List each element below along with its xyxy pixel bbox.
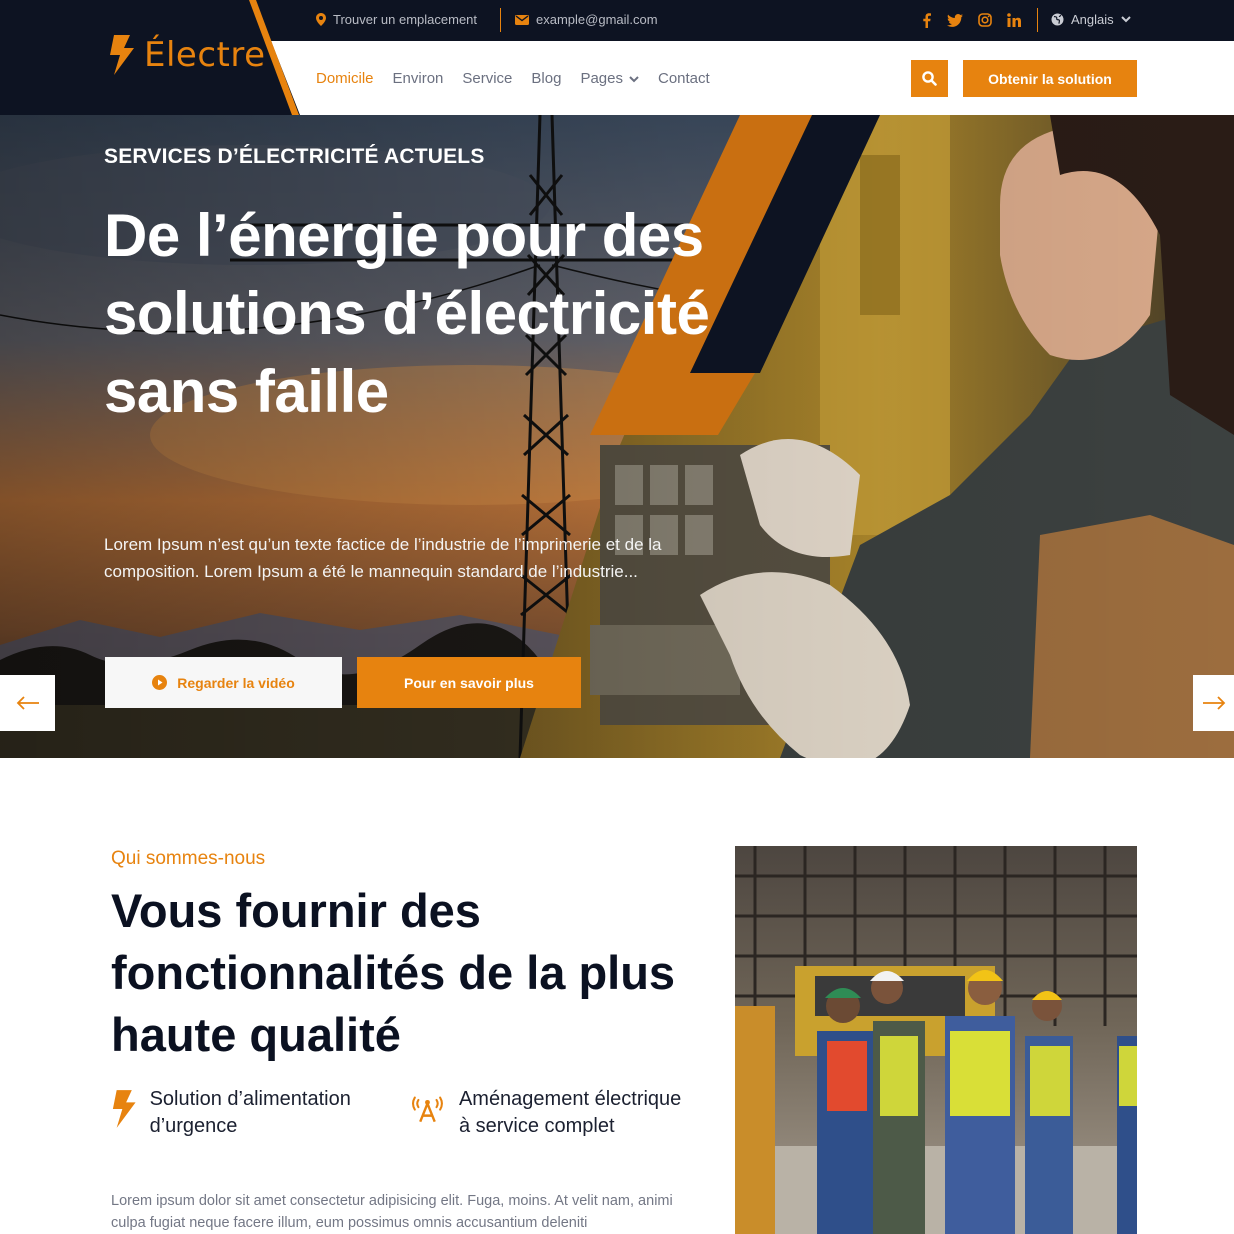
hero-description: Lorem Ipsum n’est qu’un texte factice de… (104, 535, 662, 581)
workers-photo (735, 846, 1137, 1234)
nav-service[interactable]: Service (462, 70, 512, 87)
globe-icon (1051, 13, 1064, 26)
lightning-icon (112, 1090, 136, 1128)
brand-name: Électre (144, 35, 266, 75)
divider (1037, 8, 1038, 32)
play-circle-icon (152, 675, 168, 690)
watch-video-button[interactable]: Regarder la vidéo (105, 657, 342, 708)
feature-full-service: Aménagement électrique à service complet (410, 1086, 690, 1140)
about-kicker: Qui sommes-nous (111, 848, 266, 869)
nav-contact[interactable]: Contact (658, 70, 710, 87)
nav-pages-label: Pages (580, 70, 623, 87)
hero-eyebrow: SERVICES D’ÉLECTRICITÉ ACTUELS (104, 145, 485, 168)
brand-logo[interactable]: Électre (108, 35, 266, 75)
map-pin-icon (316, 13, 326, 26)
search-icon (922, 71, 937, 86)
watch-video-label: Regarder la vidéo (177, 674, 295, 691)
location-text: Trouver un emplacement (333, 12, 478, 27)
language-selector[interactable]: Anglais (1051, 12, 1131, 27)
location-link[interactable]: Trouver un emplacement (316, 12, 477, 27)
nav-pages[interactable]: Pages (580, 70, 639, 87)
lightning-icon (110, 35, 134, 75)
facebook-icon[interactable] (918, 11, 934, 29)
arrow-right-icon (1202, 696, 1225, 710)
nav-about[interactable]: Environ (393, 70, 444, 87)
about-description: Lorem ipsum dolor sit amet consectetur a… (111, 1193, 673, 1231)
antenna-icon (411, 1096, 443, 1123)
nav-blog[interactable]: Blog (531, 70, 561, 87)
arrow-left-icon (16, 696, 39, 710)
get-solution-button[interactable]: Obtenir la solution (963, 60, 1137, 97)
email-link[interactable]: example@gmail.com (515, 12, 658, 27)
slider-next-button[interactable] (1193, 675, 1234, 731)
hero-slider: SERVICES D’ÉLECTRICITÉ ACTUELS De l’éner… (0, 115, 1234, 758)
about-title: Vous fournir des fonctionnalités de la p… (111, 884, 676, 1061)
twitter-icon[interactable] (946, 11, 964, 29)
slider-prev-button[interactable] (0, 675, 55, 731)
hero-title: De l’énergie pour des solutions d’électr… (104, 202, 710, 425)
learn-more-button[interactable]: Pour en savoir plus (357, 657, 581, 708)
linkedin-icon[interactable] (1006, 11, 1022, 29)
email-text: example@gmail.com (536, 12, 658, 27)
feature-label: Aménagement électrique à service complet (458, 1088, 682, 1137)
feature-label: Solution d’alimentation d’urgence (149, 1088, 351, 1137)
nav-home[interactable]: Domicile (316, 70, 374, 87)
envelope-icon (515, 14, 529, 25)
search-button[interactable] (911, 60, 948, 97)
language-label: Anglais (1071, 12, 1114, 27)
feature-emergency-power: Solution d’alimentation d’urgence (111, 1086, 391, 1140)
chevron-down-icon (629, 76, 639, 83)
instagram-icon[interactable] (977, 11, 993, 29)
primary-nav: Domicile Environ Service Blog Pages Cont… (316, 70, 710, 87)
chevron-down-icon (1120, 16, 1131, 23)
divider (500, 8, 501, 32)
